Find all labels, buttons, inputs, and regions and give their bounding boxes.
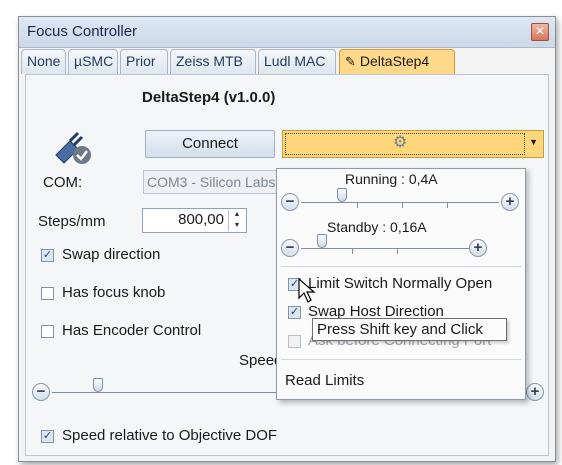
speed-relative-checkbox[interactable]: ✓ <box>41 430 54 443</box>
speed-decrease-button[interactable]: − <box>32 383 50 401</box>
com-label: COM: <box>43 174 83 191</box>
standby-increase-button[interactable]: + <box>469 239 487 257</box>
steps-value: 800,00 <box>178 211 224 228</box>
limit-switch-label: Limit Switch Normally Open <box>308 275 493 292</box>
pencil-icon: ✎ <box>345 54 356 69</box>
settings-dropdown[interactable]: ⚙ ▼ <box>282 130 544 158</box>
tooltip: Press Shift key and Click <box>312 318 507 341</box>
chevron-down-icon: ▼ <box>529 137 538 147</box>
running-current-label: Running : 0,4A <box>345 171 438 187</box>
tab-label: Zeiss MTB <box>176 53 243 69</box>
has-encoder-checkbox[interactable] <box>41 325 54 338</box>
has-focus-knob-checkbox[interactable] <box>41 287 54 300</box>
standby-current-label: Standby : 0,16A <box>327 219 427 235</box>
has-encoder-label: Has Encoder Control <box>62 322 202 339</box>
tab-label: Prior <box>126 53 156 69</box>
swap-direction-label: Swap direction <box>62 246 161 263</box>
menu-divider <box>281 266 521 267</box>
tab-strip: None µSMC Prior Zeiss MTB Ludl MAC ✎ Delt… <box>19 49 555 75</box>
read-limits-item[interactable]: Read Limits <box>285 372 364 389</box>
title-bar: Focus Controller ✕ <box>19 17 555 48</box>
speed-relative-label: Speed relative to Objective DOF <box>62 427 278 444</box>
window-title: Focus Controller <box>27 23 138 40</box>
running-increase-button[interactable]: + <box>501 193 519 211</box>
running-slider-thumb[interactable] <box>337 188 347 202</box>
standby-slider-tick <box>352 249 353 254</box>
speed-slider-thumb[interactable] <box>93 378 103 392</box>
tab-label: DeltaStep4 <box>359 53 430 69</box>
standby-slider-track[interactable] <box>301 248 469 249</box>
running-slider-tick <box>357 203 358 208</box>
mouse-cursor-icon <box>298 278 316 303</box>
standby-slider-tick <box>397 249 398 254</box>
connect-button[interactable]: Connect <box>145 130 275 158</box>
swap-host-direction-checkbox[interactable]: ✓ <box>288 306 301 319</box>
menu-divider <box>281 359 521 360</box>
tab-label: None <box>27 53 61 69</box>
swap-direction-checkbox[interactable]: ✓ <box>41 249 54 262</box>
running-slider-tick <box>402 203 403 208</box>
tab-prior[interactable]: Prior <box>120 49 168 74</box>
running-decrease-button[interactable]: − <box>281 193 299 211</box>
close-button[interactable]: ✕ <box>531 23 549 41</box>
has-focus-knob-label: Has focus knob <box>62 284 166 301</box>
standby-slider-thumb[interactable] <box>317 234 327 248</box>
com-port-field[interactable]: COM3 - Silicon Labs CP210x USB to UART B… <box>143 170 293 194</box>
tab-deltastep4[interactable]: ✎ DeltaStep4 <box>339 49 455 74</box>
running-slider-tick <box>447 203 448 208</box>
tab-label: Ludl MAC <box>264 53 326 69</box>
tools-icon: ⚙ <box>393 134 408 151</box>
connection-status-icon <box>55 131 91 164</box>
stepper-arrows[interactable]: ▲ ▼ <box>228 210 245 231</box>
tab-none[interactable]: None <box>21 49 66 74</box>
tab-label: µSMC <box>74 53 114 69</box>
tab-usmc[interactable]: µSMC <box>68 49 118 74</box>
device-title: DeltaStep4 (v1.0.0) <box>142 89 276 106</box>
running-slider-track[interactable] <box>301 202 499 203</box>
steps-label: Steps/mm <box>38 213 106 230</box>
standby-decrease-button[interactable]: − <box>281 239 299 257</box>
steps-per-mm-stepper[interactable]: 800,00 ▲ ▼ <box>142 208 247 233</box>
tab-zeiss-mtb[interactable]: Zeiss MTB <box>170 49 256 74</box>
ask-before-connecting-checkbox <box>288 335 301 348</box>
speed-increase-button[interactable]: + <box>526 383 544 401</box>
tab-ludl-mac[interactable]: Ludl MAC <box>258 49 336 74</box>
